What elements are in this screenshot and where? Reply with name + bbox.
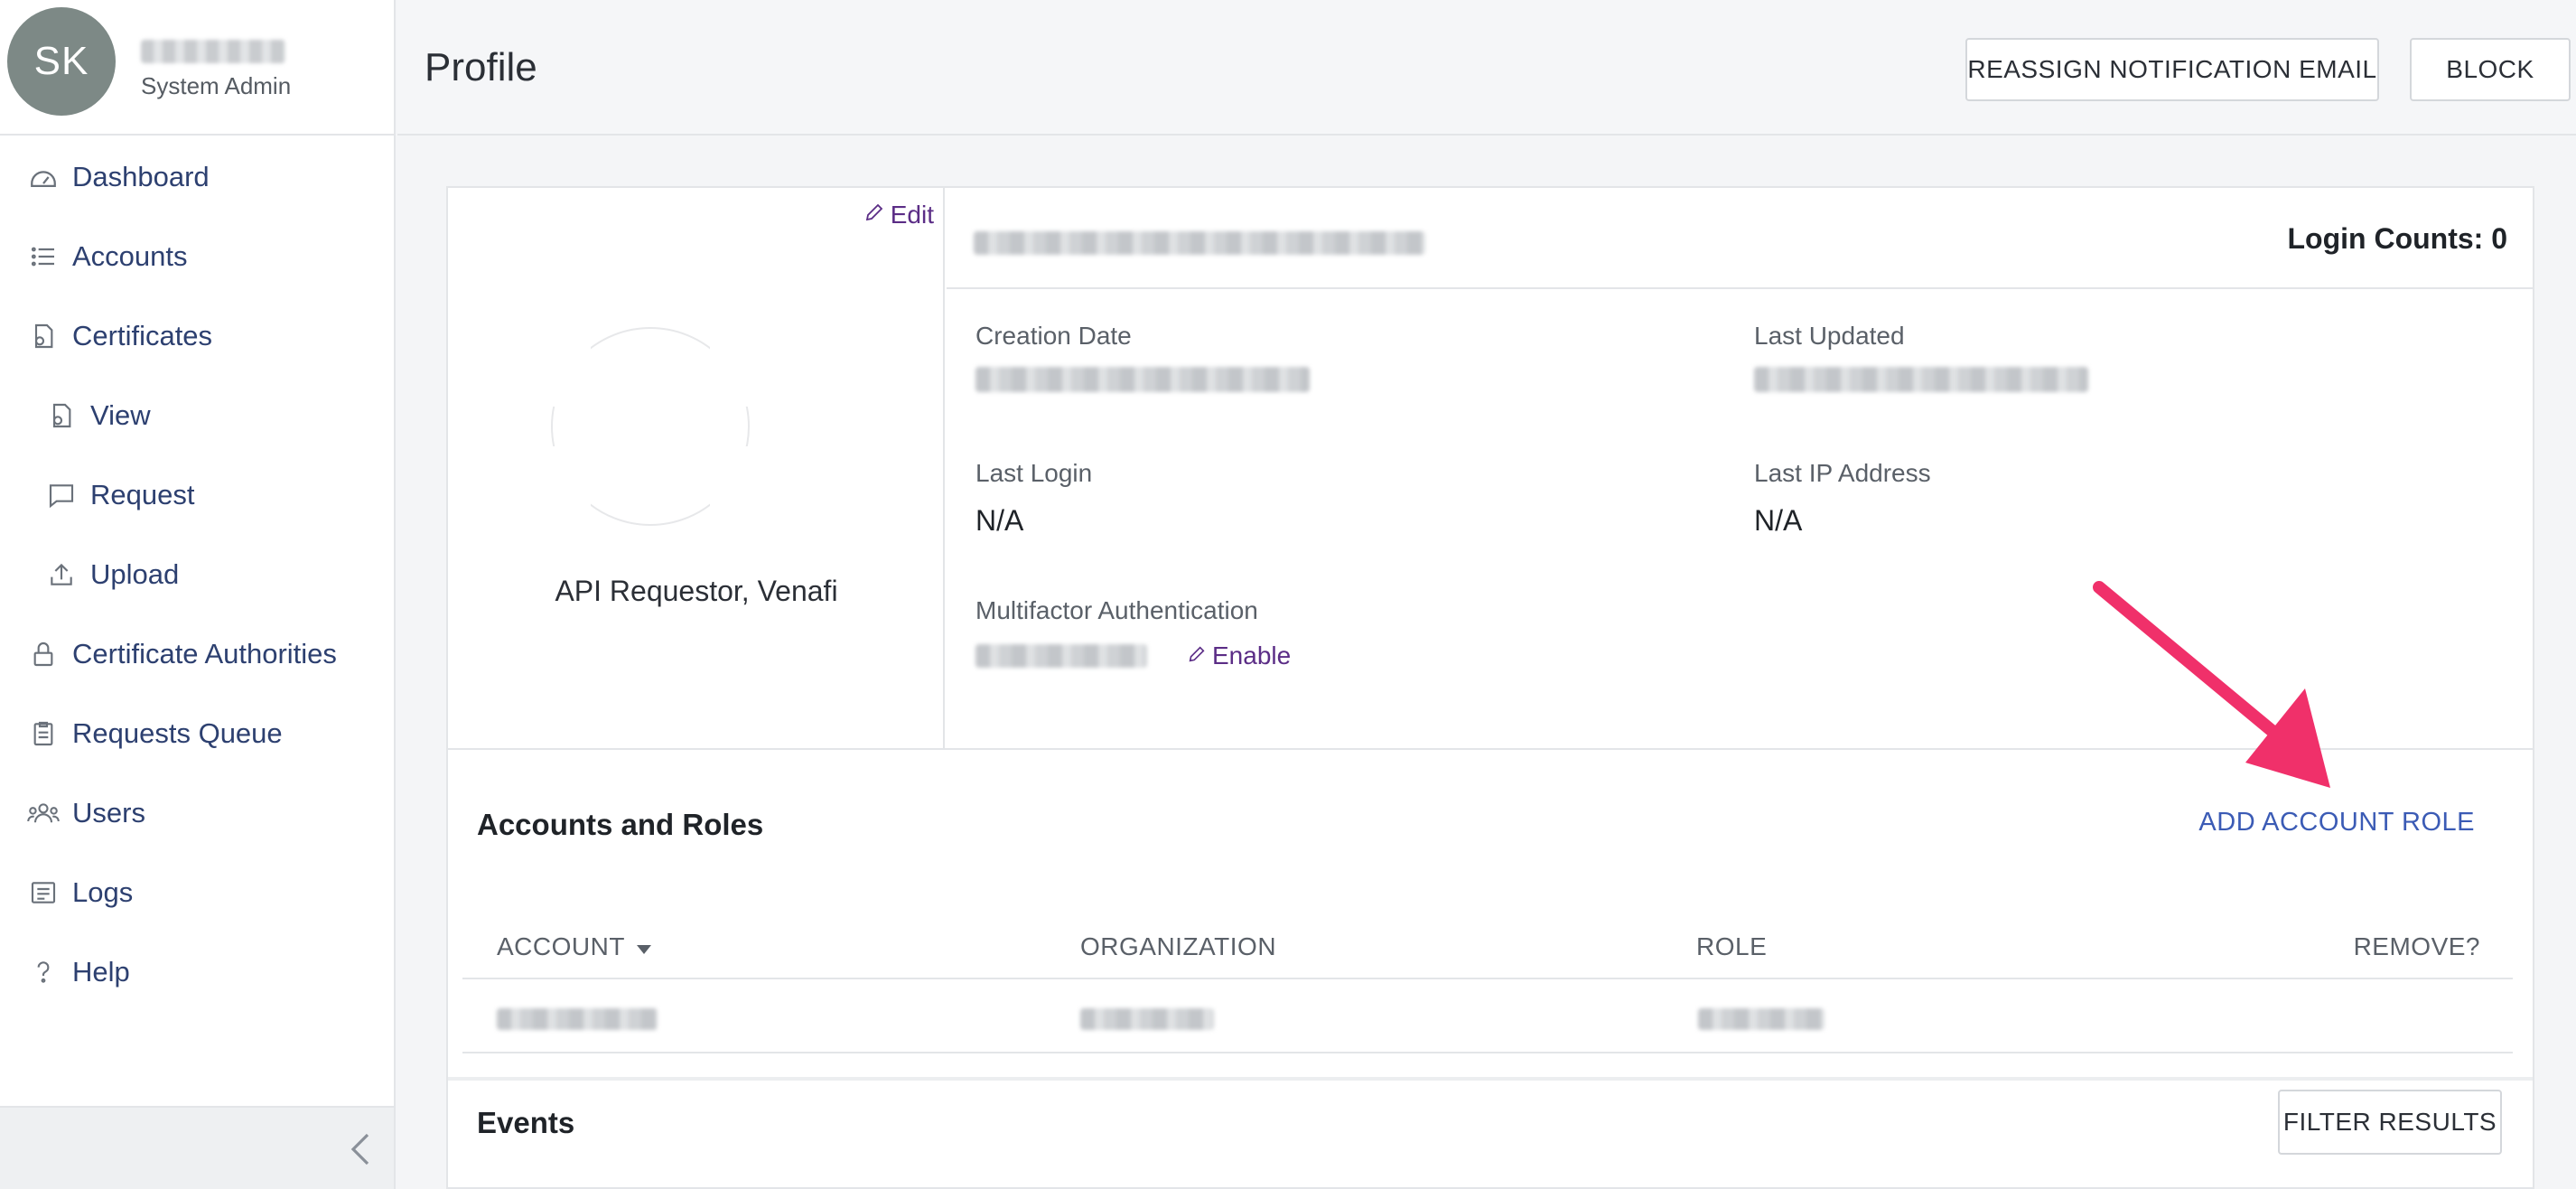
- events-title: Events: [477, 1106, 575, 1139]
- page-header: Profile REASSIGN NOTIFICATION EMAIL BLOC…: [397, 0, 2576, 136]
- profile-photo-placeholder: [551, 327, 750, 526]
- sidebar-item-upload[interactable]: Upload: [0, 538, 394, 611]
- profile-card: Edit API Requestor, Venafi Login Counts:…: [446, 186, 2534, 1189]
- sidebar-item-label: Logs: [72, 876, 134, 908]
- pencil-icon: [863, 201, 885, 229]
- sidebar-item-requests-queue[interactable]: Requests Queue: [0, 697, 394, 770]
- sidebar-item-label: Request: [90, 479, 195, 510]
- last-ip-field: Last IP Address N/A: [1754, 459, 1931, 538]
- reassign-notification-email-button[interactable]: REASSIGN NOTIFICATION EMAIL: [1965, 38, 2379, 101]
- sidebar: SK System Admin Dashboard Accounts Certi…: [0, 0, 396, 1189]
- mfa-label: Multifactor Authentication: [975, 596, 1258, 624]
- add-account-role-link[interactable]: ADD ACCOUNT ROLE: [2198, 808, 2475, 838]
- block-button[interactable]: BLOCK: [2410, 38, 2571, 101]
- sidebar-item-label: Upload: [90, 558, 180, 590]
- sidebar-item-request[interactable]: Request: [0, 459, 394, 531]
- sidebar-collapse-bar[interactable]: [0, 1106, 394, 1189]
- list-icon: [27, 240, 60, 273]
- creation-date-label: Creation Date: [975, 322, 1132, 350]
- sidebar-item-users[interactable]: Users: [0, 777, 394, 849]
- upload-icon: [45, 558, 78, 591]
- last-updated-field: Last Updated: [1754, 322, 2088, 397]
- account-column-label: ACCOUNT: [497, 932, 625, 960]
- mfa-field: Multifactor Authentication Enable: [975, 596, 1291, 670]
- enable-label: Enable: [1212, 641, 1292, 669]
- table-header: ACCOUNT ORGANIZATION ROLE REMOVE?: [462, 916, 2513, 979]
- sidebar-item-certificates[interactable]: Certificates: [0, 300, 394, 372]
- view-certificate-icon: [45, 399, 78, 432]
- last-login-label: Last Login: [975, 459, 1093, 487]
- pencil-icon: [1187, 641, 1207, 670]
- chevron-left-icon[interactable]: [347, 1131, 374, 1172]
- chat-bubble-icon: [45, 479, 78, 511]
- sidebar-item-label: Help: [72, 956, 130, 988]
- user-name-redacted: [141, 40, 285, 63]
- sidebar-item-label: Users: [72, 797, 145, 829]
- profile-display-name: API Requestor, Venafi: [555, 575, 838, 607]
- creation-date-value-redacted: [975, 367, 1310, 392]
- avatar[interactable]: SK: [7, 7, 116, 116]
- table-row[interactable]: [462, 979, 2513, 1053]
- profile-photo-column: Edit API Requestor, Venafi: [448, 188, 945, 748]
- account-cell-redacted: [497, 1008, 658, 1030]
- edit-label: Edit: [890, 201, 934, 229]
- edit-profile-link[interactable]: Edit: [863, 201, 934, 229]
- sidebar-item-accounts[interactable]: Accounts: [0, 220, 394, 293]
- sidebar-item-label: Accounts: [72, 240, 188, 272]
- last-login-value: N/A: [975, 504, 1024, 537]
- last-ip-label: Last IP Address: [1754, 459, 1931, 487]
- creation-date-field: Creation Date: [975, 322, 1310, 397]
- column-header-account[interactable]: ACCOUNT: [497, 932, 652, 961]
- last-ip-value: N/A: [1754, 504, 1803, 537]
- role-cell-redacted: [1698, 1008, 1825, 1030]
- email-redacted: [974, 231, 1425, 255]
- lock-icon: [27, 638, 60, 670]
- organization-cell-redacted: [1080, 1008, 1214, 1030]
- user-role: System Admin: [141, 72, 292, 99]
- column-header-organization[interactable]: ORGANIZATION: [1080, 932, 1276, 961]
- email-row: Login Counts: 0: [947, 188, 2534, 289]
- filter-results-button[interactable]: FILTER RESULTS: [2278, 1090, 2502, 1155]
- last-updated-value-redacted: [1754, 367, 2088, 392]
- sidebar-item-view[interactable]: View: [0, 379, 394, 452]
- users-icon: [27, 797, 60, 829]
- dashboard-icon: [27, 161, 60, 193]
- user-block[interactable]: SK System Admin: [0, 0, 394, 136]
- sidebar-item-label: Certificates: [72, 320, 213, 351]
- sidebar-item-logs[interactable]: Logs: [0, 857, 394, 929]
- enable-mfa-link[interactable]: Enable: [1187, 641, 1291, 670]
- help-icon: [27, 956, 60, 988]
- section-divider: [448, 1077, 2533, 1081]
- last-login-field: Last Login N/A: [975, 459, 1092, 538]
- accounts-roles-title: Accounts and Roles: [477, 808, 764, 841]
- logs-icon: [27, 876, 60, 909]
- sort-down-icon[interactable]: [636, 932, 652, 961]
- sidebar-item-label: Requests Queue: [72, 717, 283, 749]
- sidebar-item-label: View: [90, 399, 151, 431]
- sidebar-item-dashboard[interactable]: Dashboard: [0, 141, 394, 213]
- login-counts: Login Counts: 0: [2287, 222, 2507, 255]
- page-title: Profile: [425, 45, 537, 89]
- sidebar-item-label: Dashboard: [72, 161, 210, 192]
- sidebar-item-certificate-authorities[interactable]: Certificate Authorities: [0, 618, 394, 690]
- section-divider: [448, 748, 2533, 750]
- column-header-role[interactable]: ROLE: [1696, 932, 1767, 961]
- sidebar-item-help[interactable]: Help: [0, 936, 394, 1008]
- certificates-icon: [27, 320, 60, 352]
- column-header-remove: REMOVE?: [2353, 932, 2480, 960]
- sidebar-item-label: Certificate Authorities: [72, 638, 337, 669]
- mfa-status-redacted: [975, 644, 1147, 668]
- last-updated-label: Last Updated: [1754, 322, 1905, 350]
- clipboard-icon: [27, 717, 60, 750]
